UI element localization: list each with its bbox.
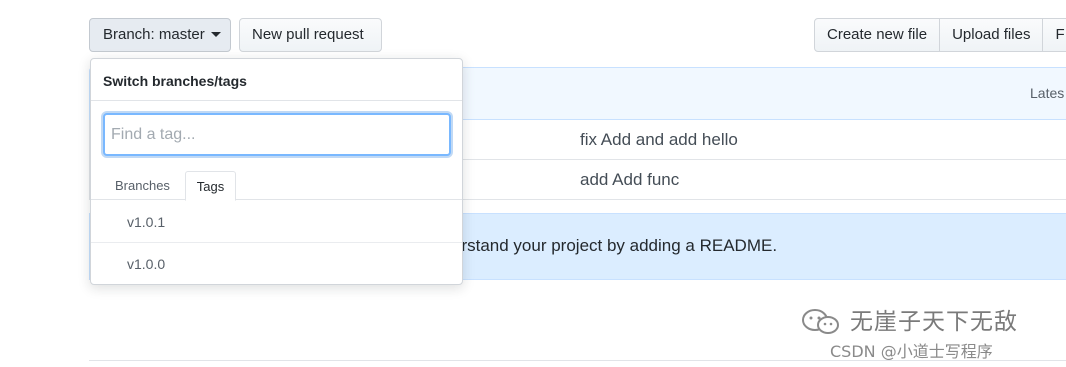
readme-banner-text: erstand your project by adding a README. [452, 236, 778, 255]
commit-message-link[interactable]: add Add func [580, 170, 679, 190]
file-actions-group: Create new file Upload files F [814, 18, 1066, 52]
tag-item-v1-0-1[interactable]: v1.0.1 [91, 201, 462, 243]
repository-page: Branch: master New pull request Create n… [0, 0, 1066, 367]
tab-branches[interactable]: Branches [105, 171, 180, 200]
dropdown-title: Switch branches/tags [91, 59, 462, 101]
branch-tag-dropdown: Switch branches/tags Branches Tags v1.0.… [90, 58, 463, 285]
tag-filter-input[interactable] [103, 113, 451, 156]
commit-message-link[interactable]: fix Add and add hello [580, 130, 738, 150]
new-pull-request-button[interactable]: New pull request [239, 18, 382, 52]
latest-commit-label: Lates [1030, 85, 1065, 101]
watermark-title: 无崖子天下无敌 [850, 309, 1018, 335]
caret-down-icon [210, 31, 221, 37]
wechat-icon [802, 309, 839, 334]
create-new-file-button[interactable]: Create new file [814, 18, 941, 52]
watermark-subtitle: CSDN @小道士写程序 [830, 342, 993, 361]
dropdown-tabs: Branches Tags [91, 171, 462, 201]
upload-files-button[interactable]: Upload files [939, 18, 1044, 52]
tab-tags[interactable]: Tags [185, 171, 236, 201]
branch-select-button[interactable]: Branch: master [89, 18, 231, 52]
branch-select-label: Branch: master [103, 26, 205, 43]
tag-item-v1-0-0[interactable]: v1.0.0 [91, 243, 462, 284]
find-file-button[interactable]: F [1042, 18, 1066, 52]
